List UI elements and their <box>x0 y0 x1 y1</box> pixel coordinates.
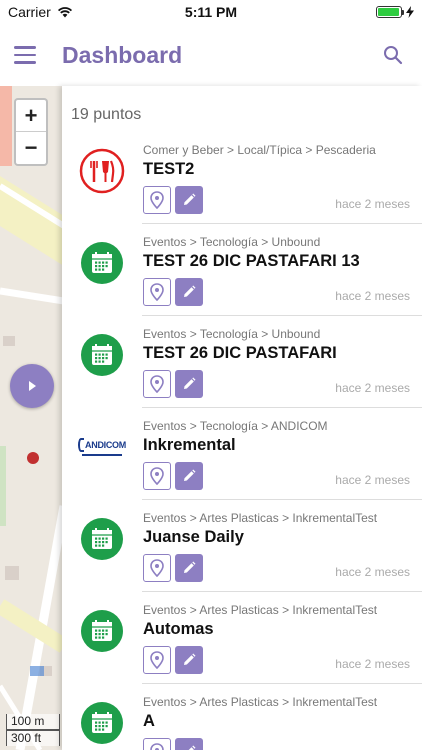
location-pin-icon <box>150 375 164 393</box>
expand-map-button[interactable] <box>10 364 54 408</box>
edit-button[interactable] <box>175 554 203 582</box>
item-category-breadcrumb: Eventos > Artes Plasticas > InkrementalT… <box>143 603 378 617</box>
pencil-icon <box>184 561 196 573</box>
list-item[interactable]: Eventos > Tecnología > Unbound TEST 26 DI… <box>62 316 422 408</box>
carrier-label: Carrier <box>8 4 51 20</box>
item-title: TEST 26 DIC PASTAFARI <box>143 344 337 362</box>
edit-button[interactable] <box>175 370 203 398</box>
scale-feet: 300 ft <box>6 730 60 746</box>
calendar-icon <box>79 332 125 378</box>
location-pin-icon <box>150 467 164 485</box>
list-item[interactable]: Eventos > Artes Plasticas > InkrementalT… <box>62 500 422 592</box>
battery-icon <box>376 6 404 18</box>
list-item[interactable]: ANDICOM Eventos > Tecnología > ANDICOM Ink… <box>62 408 422 500</box>
pencil-icon <box>184 469 196 481</box>
play-arrow-icon <box>29 381 36 391</box>
search-button[interactable] <box>378 40 408 70</box>
edit-button[interactable] <box>175 646 203 674</box>
locate-button[interactable] <box>143 738 171 750</box>
menu-button[interactable] <box>14 40 46 70</box>
item-category-breadcrumb: Eventos > Tecnología > Unbound <box>143 235 321 249</box>
item-timestamp: hace 2 meses <box>335 565 410 579</box>
locate-button[interactable] <box>143 278 171 306</box>
zoom-in-button[interactable]: + <box>16 100 46 132</box>
item-category-breadcrumb: Eventos > Tecnología > ANDICOM <box>143 419 328 433</box>
charging-icon <box>406 6 414 18</box>
item-category-breadcrumb: Comer y Beber > Local/Típica > Pescaderi… <box>143 143 376 157</box>
locate-button[interactable] <box>143 186 171 214</box>
locate-button[interactable] <box>143 646 171 674</box>
pencil-icon <box>188 745 196 750</box>
points-list-panel: 19 puntos Comer y Beber > Local/Típica >… <box>62 86 422 750</box>
edit-button[interactable] <box>175 186 203 214</box>
location-pin-icon <box>150 191 164 209</box>
edit-button[interactable] <box>175 462 203 490</box>
list-item[interactable]: Eventos > Artes Plasticas > InkrementalT… <box>62 592 422 684</box>
item-title: Automas <box>143 620 214 638</box>
edit-button[interactable] <box>175 278 203 306</box>
item-category-breadcrumb: Eventos > Tecnología > Unbound <box>143 327 321 341</box>
calendar-icon <box>79 516 125 562</box>
map-scale: 100 m 300 ft <box>6 714 60 746</box>
item-actions <box>143 646 203 674</box>
item-actions <box>143 370 203 398</box>
pencil-icon <box>184 377 196 389</box>
pencil-icon <box>184 285 196 297</box>
status-bar: Carrier 5:11 PM <box>0 0 422 24</box>
locate-button[interactable] <box>143 370 171 398</box>
list-item[interactable]: Comer y Beber > Local/Típica > Pescaderi… <box>62 132 422 224</box>
points-list: Comer y Beber > Local/Típica > Pescaderi… <box>62 132 422 750</box>
item-actions <box>143 462 203 490</box>
scale-meters: 100 m <box>6 714 60 730</box>
search-icon <box>384 46 403 65</box>
list-item[interactable]: Eventos > Artes Plasticas > InkrementalT… <box>62 684 422 750</box>
map-tiles <box>0 86 64 750</box>
page-title: Dashboard <box>62 41 183 68</box>
zoom-control: + − <box>14 98 48 166</box>
item-category-breadcrumb: Eventos > Artes Plasticas > InkrementalT… <box>143 511 378 525</box>
item-actions <box>143 738 203 750</box>
wifi-icon <box>57 7 72 18</box>
item-category-breadcrumb: Eventos > Artes Plasticas > InkrementalT… <box>143 695 378 709</box>
navbar: Dashboard <box>0 24 422 86</box>
map-view[interactable]: + − 100 m 300 ft <box>0 86 64 750</box>
zoom-out-button[interactable]: − <box>16 132 46 164</box>
location-pin-icon <box>150 743 164 750</box>
item-title: TEST 26 DIC PASTAFARI 13 <box>143 252 360 270</box>
location-pin-icon <box>150 651 164 669</box>
item-actions <box>143 278 203 306</box>
item-timestamp: hace 2 meses <box>335 473 410 487</box>
item-actions <box>143 554 203 582</box>
item-timestamp: hace 2 meses <box>335 657 410 671</box>
item-title: Inkremental <box>143 436 236 454</box>
locate-button[interactable] <box>143 462 171 490</box>
list-item[interactable]: Eventos > Tecnología > Unbound TEST 26 DI… <box>62 224 422 316</box>
item-timestamp: hace 2 meses <box>335 381 410 395</box>
edit-button[interactable] <box>175 738 203 750</box>
pencil-icon <box>184 653 196 665</box>
item-timestamp: hace 2 meses <box>335 197 410 211</box>
item-title: TEST2 <box>143 160 195 178</box>
calendar-icon <box>79 240 125 286</box>
calendar-icon <box>79 608 125 654</box>
location-pin-icon <box>150 559 164 577</box>
calendar-icon <box>79 700 125 746</box>
restaurant-icon <box>79 148 125 194</box>
andicom-logo: ANDICOM <box>78 424 126 470</box>
item-title: Juanse Daily <box>143 528 244 546</box>
item-actions <box>143 186 203 214</box>
pencil-icon <box>184 193 196 205</box>
points-count: 19 puntos <box>71 106 142 123</box>
item-timestamp: hace 2 meses <box>335 289 410 303</box>
item-title: A <box>143 712 155 730</box>
locate-button[interactable] <box>143 554 171 582</box>
location-pin-icon <box>150 283 164 301</box>
